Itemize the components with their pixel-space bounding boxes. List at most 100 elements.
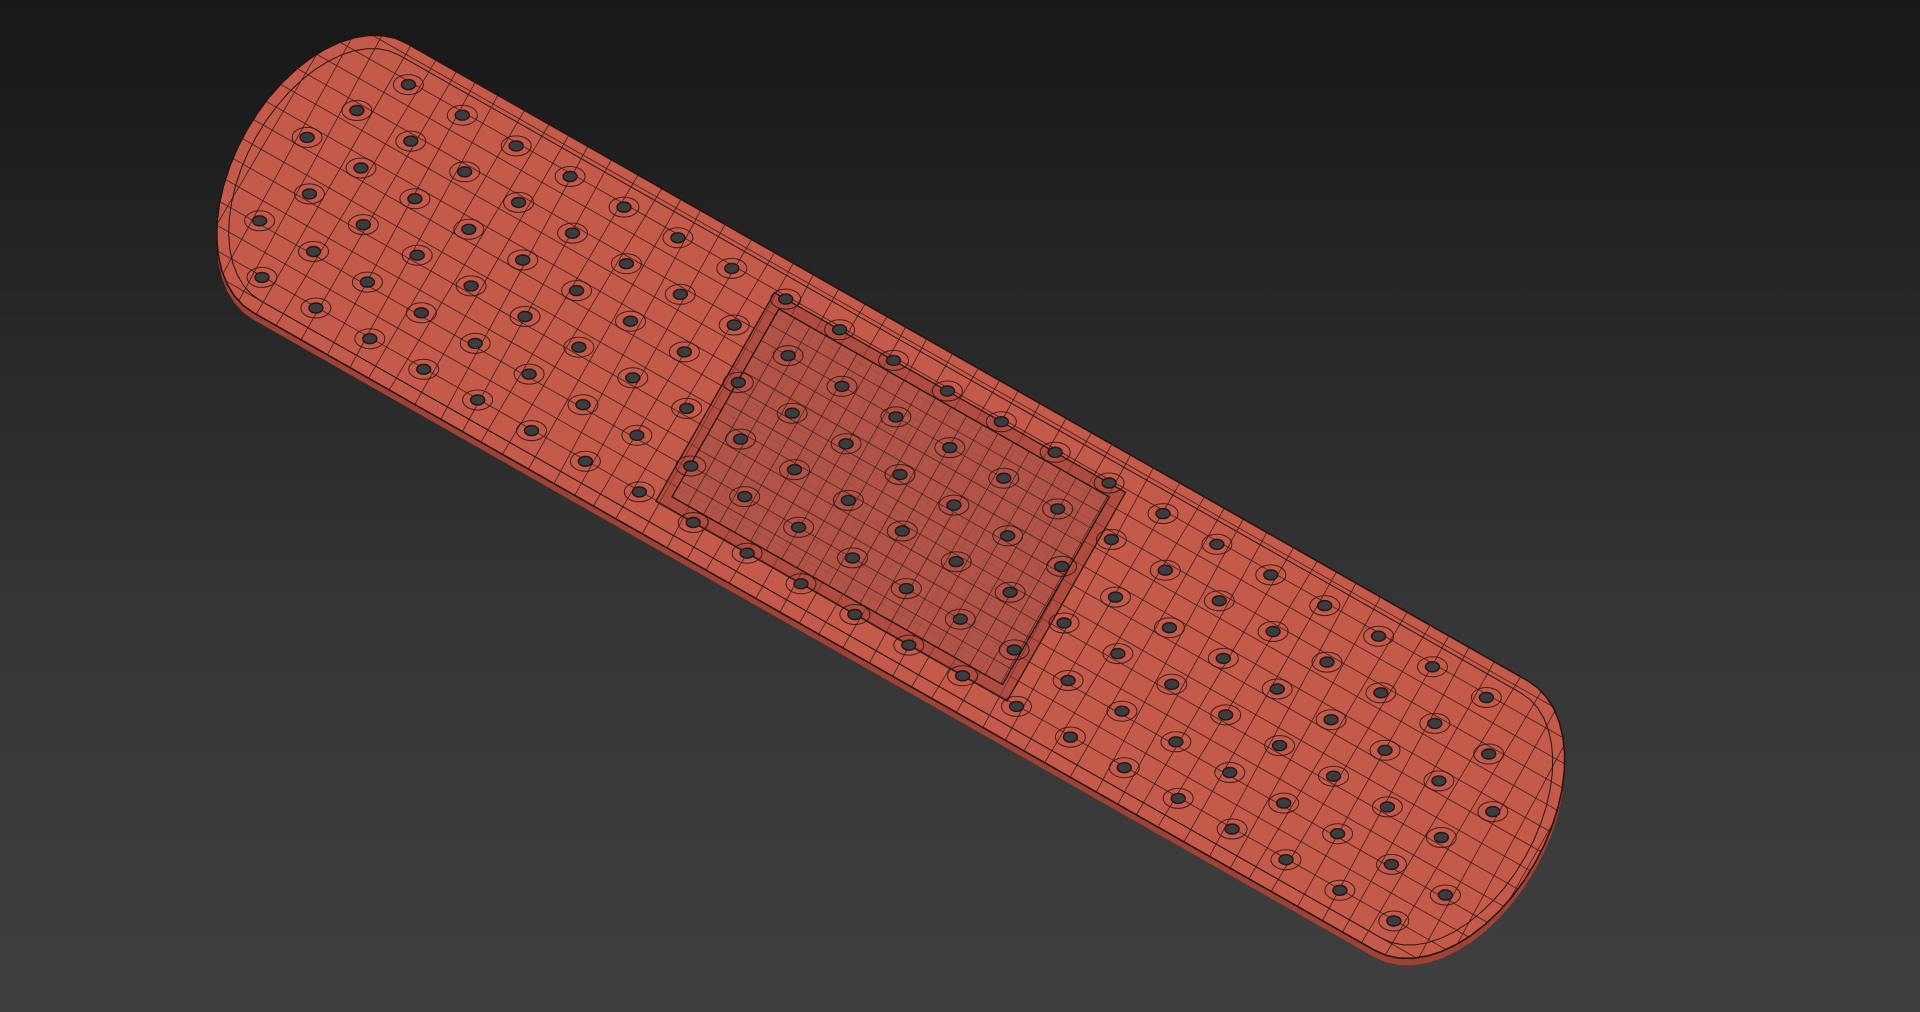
- viewport-scene[interactable]: [0, 0, 1920, 1012]
- perforation-hole: [1323, 714, 1339, 726]
- perforation-hole: [793, 578, 809, 590]
- perforation-hole: [403, 135, 419, 147]
- perforation-hole: [834, 380, 850, 392]
- perforation-hole: [847, 608, 863, 621]
- perforation-hole: [1370, 630, 1387, 642]
- perforation-hole: [463, 280, 479, 292]
- perforation-hole: [1263, 569, 1279, 581]
- perforation-hole: [305, 245, 322, 258]
- perforation-hole: [571, 341, 587, 353]
- perforation-hole: [1161, 622, 1178, 634]
- perforation-hole: [400, 78, 417, 91]
- perforation-hole: [1278, 854, 1294, 866]
- perforation-hole: [1168, 736, 1184, 748]
- perforation-hole: [784, 407, 800, 419]
- perforation-hole: [1110, 647, 1126, 660]
- perforation-hole: [616, 201, 632, 213]
- perforation-hole: [831, 324, 848, 336]
- perforation-hole: [1209, 538, 1225, 550]
- perforation-hole: [517, 310, 533, 323]
- perforation-hole: [786, 464, 803, 476]
- perforation-hole: [1008, 700, 1025, 713]
- perforation-hole: [939, 385, 956, 397]
- perforation-hole: [1269, 683, 1285, 695]
- perforation-hole: [942, 441, 958, 454]
- perforation-hole: [1211, 595, 1227, 607]
- perforation-hole: [1049, 503, 1066, 515]
- perforation-hole: [1116, 762, 1133, 774]
- perforation-hole: [461, 223, 477, 236]
- perforation-hole: [1224, 823, 1240, 835]
- perforation-hole: [355, 218, 371, 231]
- perforation-hole: [1155, 507, 1171, 520]
- perforation-hole: [1002, 586, 1018, 598]
- perforation-hole: [685, 516, 701, 529]
- perforation-hole: [672, 288, 688, 300]
- perforation-hole: [844, 552, 861, 564]
- perforation-hole: [1265, 625, 1281, 638]
- perforation-hole: [407, 192, 423, 205]
- perforation-hole: [1056, 617, 1072, 629]
- perforation-hole: [1485, 805, 1501, 818]
- perforation-hole: [1101, 477, 1117, 489]
- perforation-hole: [625, 372, 641, 384]
- perforation-hole: [1157, 564, 1174, 576]
- 3d-viewport[interactable]: [0, 0, 1920, 1012]
- perforation-hole: [1215, 652, 1232, 665]
- perforation-hole: [359, 276, 376, 288]
- perforation-hole: [679, 402, 695, 415]
- perforation-hole: [454, 109, 470, 121]
- perforation-hole: [562, 170, 578, 183]
- perforation-hole: [676, 346, 693, 358]
- perforation-hole: [780, 349, 796, 362]
- perforation-hole: [575, 399, 591, 411]
- perforation-hole: [1047, 446, 1063, 458]
- perforation-hole: [1053, 560, 1070, 573]
- perforation-hole: [1319, 656, 1335, 668]
- perforation-hole: [1217, 709, 1234, 721]
- perforation-hole: [901, 639, 917, 651]
- perforation-hole: [299, 131, 315, 144]
- perforation-hole: [1329, 828, 1346, 840]
- perforation-hole: [1379, 801, 1396, 813]
- perforation-hole: [1325, 770, 1342, 782]
- perforation-hole: [1222, 766, 1238, 779]
- perforation-hole: [1478, 691, 1495, 704]
- perforation-hole: [1386, 915, 1402, 927]
- perforation-hole: [892, 468, 908, 481]
- perforation-hole: [564, 227, 581, 239]
- perforation-hole: [898, 582, 915, 595]
- perforation-hole: [948, 556, 964, 568]
- perforation-hole: [888, 411, 904, 423]
- perforation-hole: [349, 104, 365, 117]
- perforation-hole: [993, 416, 1009, 428]
- perforation-hole: [732, 433, 749, 445]
- perforation-hole: [1006, 644, 1022, 656]
- perforation-hole: [301, 188, 318, 200]
- perforation-hole: [840, 494, 857, 507]
- perforation-hole: [409, 249, 425, 261]
- perforation-hole: [1433, 831, 1450, 844]
- perforation-hole: [1373, 687, 1389, 699]
- perforation-hole: [726, 319, 742, 331]
- perforation-hole: [510, 196, 527, 209]
- perforation-hole: [1170, 792, 1186, 805]
- perforation-hole: [622, 315, 639, 327]
- perforation-hole: [1103, 533, 1120, 546]
- perforation-hole: [416, 363, 432, 375]
- perforation-hole: [251, 215, 268, 227]
- perforation-hole: [1383, 858, 1400, 871]
- perforation-hole: [413, 307, 429, 319]
- perforation-hole: [724, 262, 740, 275]
- perforation-hole: [515, 254, 531, 266]
- perforation-hole: [790, 521, 807, 533]
- perforation-hole: [952, 613, 968, 625]
- bandage-model[interactable]: [161, 0, 1619, 1000]
- perforation-hole: [523, 424, 540, 437]
- perforation-hole: [1437, 889, 1454, 901]
- perforation-hole: [1107, 591, 1124, 603]
- perforation-hole: [1377, 744, 1393, 756]
- perforation-hole: [1427, 717, 1443, 730]
- perforation-hole: [1316, 599, 1333, 612]
- perforation-hole: [1114, 705, 1130, 717]
